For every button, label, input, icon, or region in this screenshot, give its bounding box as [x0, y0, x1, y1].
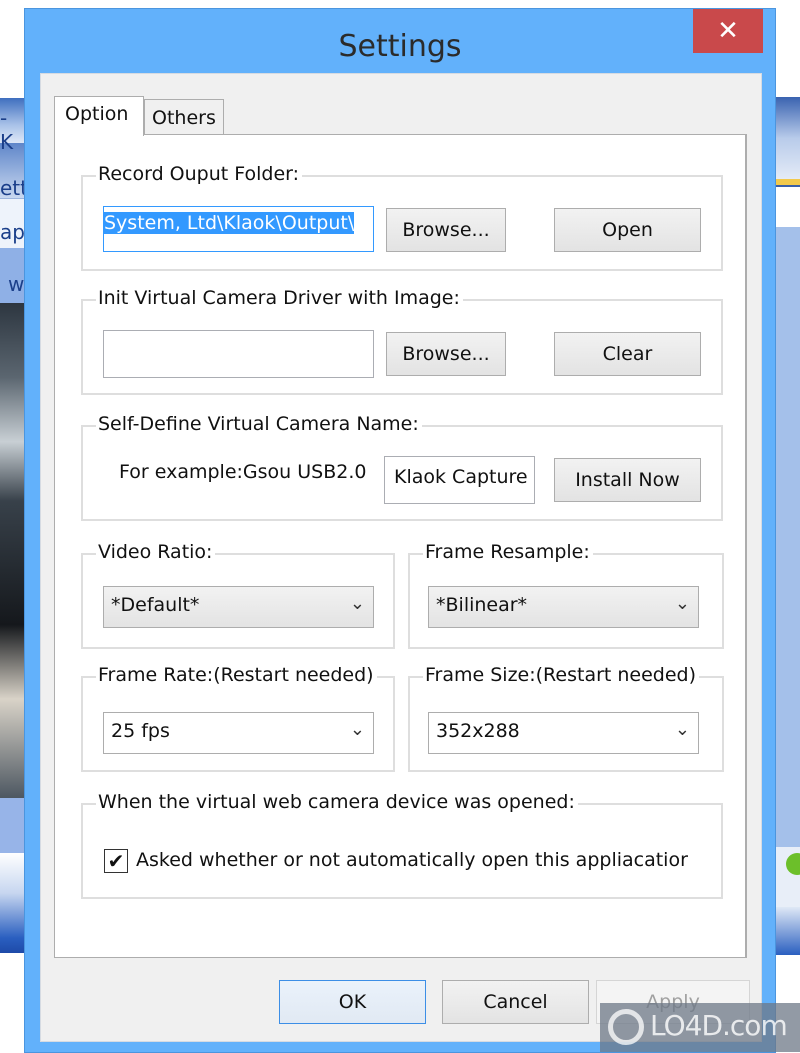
video-ratio-selected: *Default*	[111, 594, 200, 616]
ok-button[interactable]: OK	[279, 980, 426, 1024]
output-browse-label: Browse...	[402, 219, 490, 241]
camera-name-label: Self-Define Virtual Camera Name:	[96, 412, 422, 436]
output-folder-value: System, Ltd\Klaok\Output\	[104, 212, 355, 234]
frame-size-label: Frame Size:(Restart needed)	[423, 663, 700, 687]
frame-resample-label: Frame Resample:	[423, 540, 593, 564]
auto-open-checkbox[interactable]: ✔	[104, 849, 128, 873]
frame-size-dropdown[interactable]: 352x288 ⌄	[428, 712, 699, 754]
init-image-clear-label: Clear	[602, 343, 653, 365]
chevron-down-icon: ⌄	[674, 593, 690, 614]
background-app-right	[776, 97, 800, 955]
init-image-input[interactable]	[103, 330, 374, 378]
init-image-browse-button[interactable]: Browse...	[386, 332, 506, 376]
tab-others[interactable]: Others	[144, 99, 224, 135]
watermark-text: LO4D.com	[650, 1009, 788, 1042]
watermark: LO4D.com	[600, 1003, 800, 1052]
frame-rate-group: Frame Rate:(Restart needed) 25 fps ⌄	[81, 663, 395, 772]
output-open-button[interactable]: Open	[554, 208, 701, 252]
background-video-preview	[0, 303, 26, 798]
frame-rate-selected: 25 fps	[111, 720, 170, 742]
option-tab-panel: Record Ouput Folder: System, Ltd\Klaok\O…	[54, 134, 747, 958]
settings-dialog: Settings ✕ Option Others Record Ouput Fo…	[24, 8, 776, 1053]
tab-option[interactable]: Option	[54, 96, 144, 136]
frame-size-group: Frame Size:(Restart needed) 352x288 ⌄	[408, 663, 724, 772]
cancel-label: Cancel	[483, 991, 548, 1013]
chevron-down-icon: ⌄	[349, 593, 365, 614]
init-image-label: Init Virtual Camera Driver with Image:	[96, 286, 463, 310]
background-text: ett	[0, 176, 26, 200]
frame-rate-label: Frame Rate:(Restart needed)	[96, 663, 377, 687]
output-browse-button[interactable]: Browse...	[386, 208, 506, 252]
init-image-group: Init Virtual Camera Driver with Image: B…	[81, 286, 723, 395]
window-title: Settings	[338, 29, 462, 64]
video-ratio-dropdown[interactable]: *Default* ⌄	[103, 586, 374, 628]
camera-name-example: For example:Gsou USB2.0	[119, 461, 367, 483]
record-output-label: Record Ouput Folder:	[96, 162, 303, 186]
record-output-group: Record Ouput Folder: System, Ltd\Klaok\O…	[81, 162, 723, 271]
camera-name-group: Self-Define Virtual Camera Name: For exa…	[81, 412, 723, 521]
video-ratio-group: Video Ratio: *Default* ⌄	[81, 540, 395, 649]
tab-others-label: Others	[152, 107, 216, 129]
cancel-button[interactable]: Cancel	[442, 980, 589, 1024]
tab-option-label: Option	[65, 103, 129, 125]
camera-name-input[interactable]: Klaok Capture	[384, 456, 535, 504]
auto-open-checkbox-label[interactable]: Asked whether or not automatically open …	[136, 849, 696, 871]
chevron-down-icon: ⌄	[674, 719, 690, 740]
background-text: w	[8, 272, 25, 296]
ok-label: OK	[338, 991, 367, 1013]
close-icon: ✕	[717, 16, 739, 46]
init-image-clear-button[interactable]: Clear	[554, 332, 701, 376]
on-open-group: When the virtual web camera device was o…	[81, 790, 723, 899]
camera-name-value: Klaok Capture	[394, 466, 528, 488]
output-open-label: Open	[602, 219, 653, 241]
install-now-button[interactable]: Install Now	[554, 458, 701, 502]
dialog-client-area: Option Others Record Ouput Folder: Syste…	[40, 73, 762, 1042]
chevron-down-icon: ⌄	[349, 719, 365, 740]
close-button[interactable]: ✕	[693, 9, 763, 53]
frame-rate-dropdown[interactable]: 25 fps ⌄	[103, 712, 374, 754]
video-ratio-label: Video Ratio:	[96, 540, 216, 564]
output-folder-input[interactable]: System, Ltd\Klaok\Output\	[103, 206, 374, 252]
background-app-left: - K ett ap w	[0, 98, 26, 953]
init-image-browse-label: Browse...	[402, 343, 490, 365]
frame-size-selected: 352x288	[436, 720, 520, 742]
frame-resample-selected: *Bilinear*	[436, 594, 528, 616]
install-now-label: Install Now	[575, 469, 680, 491]
lo4d-logo-icon	[608, 1009, 644, 1045]
frame-resample-dropdown[interactable]: *Bilinear* ⌄	[428, 586, 699, 628]
background-text: ap	[0, 220, 25, 244]
background-text: - K	[0, 106, 14, 154]
on-open-label: When the virtual web camera device was o…	[96, 790, 578, 814]
frame-resample-group: Frame Resample: *Bilinear* ⌄	[408, 540, 724, 649]
checkmark-icon: ✔	[107, 849, 125, 873]
